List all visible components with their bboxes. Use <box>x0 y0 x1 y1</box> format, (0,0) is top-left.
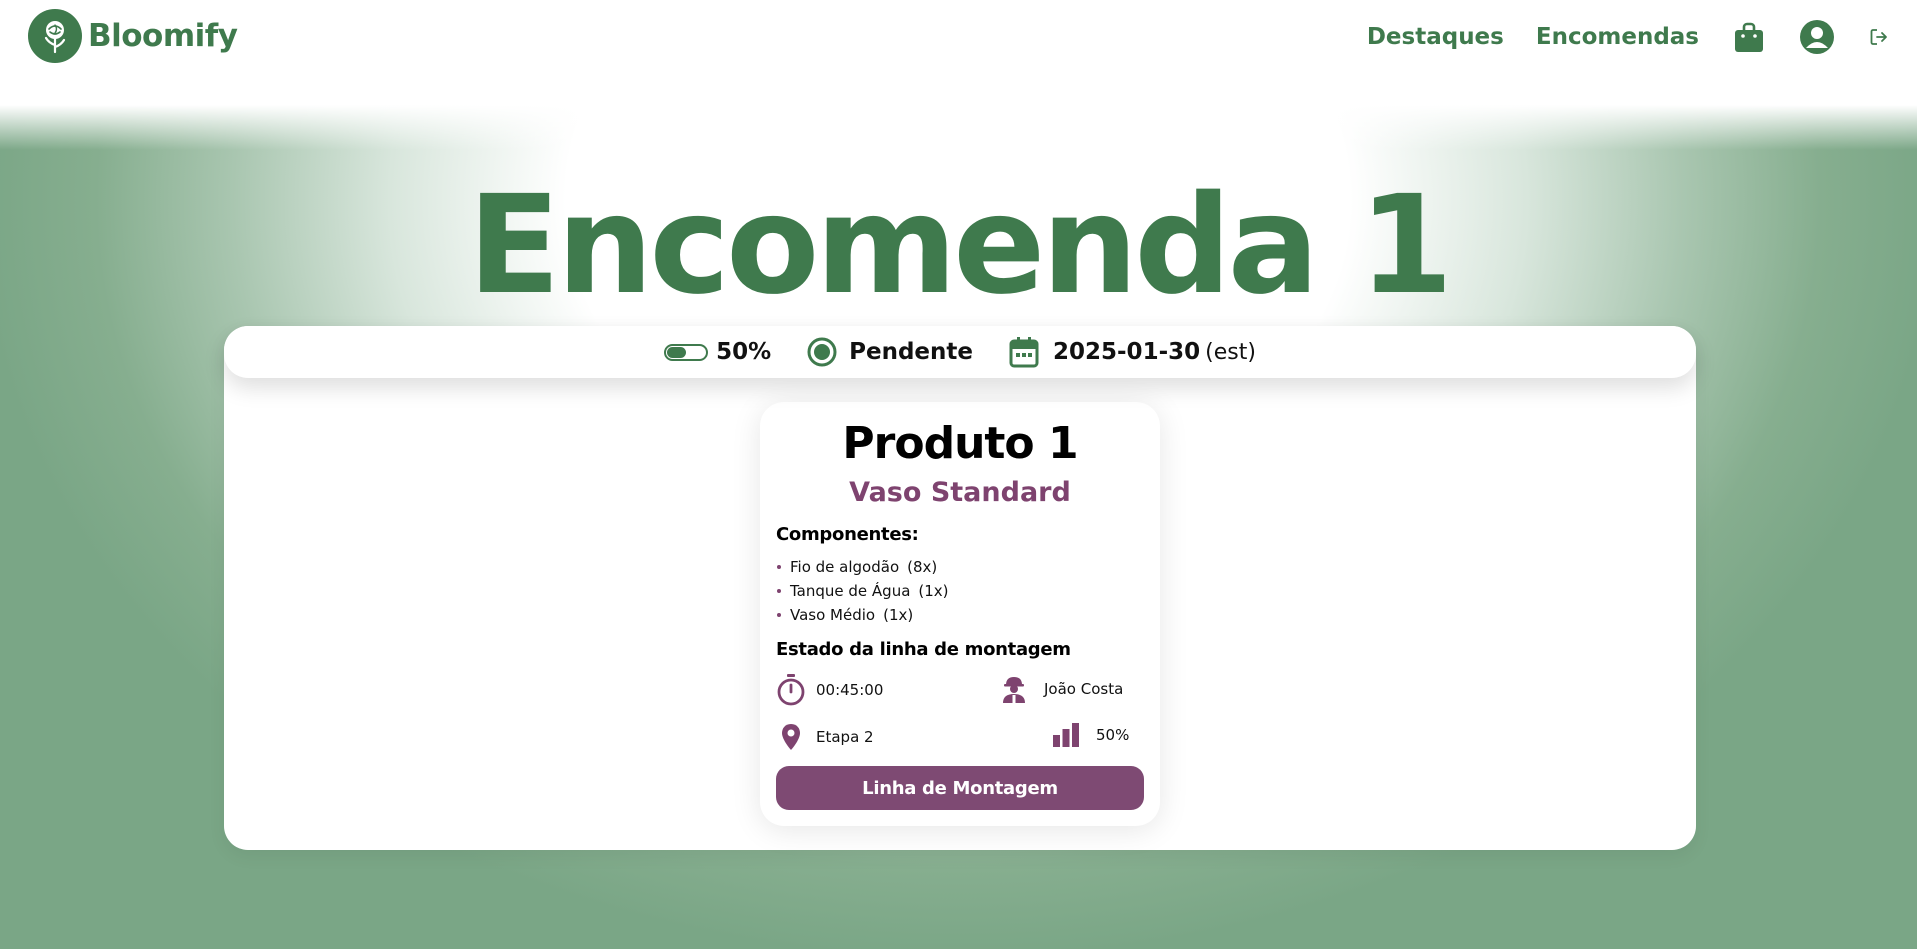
assembly-worker-value: João Costa <box>1044 680 1124 698</box>
location-pin-icon <box>782 724 800 750</box>
worker-icon <box>1003 677 1025 703</box>
list-item: Vaso Médio (1x) <box>776 603 1144 627</box>
main-nav: Destaques Encomendas <box>1335 0 1889 74</box>
component-name: Vaso Médio <box>790 606 876 624</box>
bar-chart-icon <box>1053 723 1079 747</box>
top-navbar: Bloomify Destaques Encomendas <box>0 0 1917 74</box>
assembly-stage-value: Etapa 2 <box>816 728 874 746</box>
assembly-line-button[interactable]: Linha de Montagem <box>776 766 1144 810</box>
order-state: Pendente <box>807 337 973 367</box>
product-card: Produto 1 Vaso Standard Componentes: Fio… <box>760 402 1160 826</box>
nav-link-encomendas[interactable]: Encomendas <box>1536 24 1699 50</box>
radio-status-icon <box>807 337 837 367</box>
assembly-progress: 50% <box>1052 722 1129 748</box>
stopwatch-icon <box>777 674 805 706</box>
component-name: Tanque de Água <box>790 582 911 600</box>
product-subtitle: Vaso Standard <box>849 477 1071 508</box>
assembly-worker: João Costa <box>1000 674 1123 704</box>
order-date: 2025-01-30 (est) <box>1009 336 1256 368</box>
order-panel: 50% Pendente 2025-01-30 (est) Produto 1 … <box>224 326 1696 850</box>
user-account-icon[interactable] <box>1799 19 1835 55</box>
progress-toggle-icon <box>664 343 709 361</box>
component-name: Fio de algodão <box>790 558 900 576</box>
assembly-stage: Etapa 2 <box>776 722 874 752</box>
brand[interactable]: Bloomify <box>28 9 238 63</box>
shopping-bag-icon[interactable] <box>1733 21 1765 53</box>
order-state-label: Pendente <box>849 339 973 365</box>
order-progress-value: 50% <box>716 339 772 365</box>
logout-icon[interactable] <box>1869 27 1889 47</box>
order-status-bar: 50% Pendente 2025-01-30 (est) <box>224 326 1696 378</box>
list-item: Fio de algodão (8x) <box>776 555 1144 579</box>
order-date-suffix: (est) <box>1205 339 1256 365</box>
component-qty: (8x) <box>907 558 938 576</box>
product-title: Produto 1 <box>842 418 1078 469</box>
list-item: Tanque de Água (1x) <box>776 579 1144 603</box>
components-list: Fio de algodão (8x) Tanque de Água (1x) Va… <box>776 555 1144 627</box>
calendar-icon <box>1009 337 1039 368</box>
rose-logo-icon <box>28 9 82 63</box>
component-qty: (1x) <box>883 606 914 624</box>
assembly-time: 00:45:00 <box>776 674 883 706</box>
brand-name: Bloomify <box>88 18 238 54</box>
component-qty: (1x) <box>918 582 949 600</box>
order-progress: 50% <box>664 339 771 365</box>
page-title: Encomenda 1 <box>467 167 1454 325</box>
order-date-value: 2025-01-30 <box>1053 339 1201 365</box>
nav-link-destaques[interactable]: Destaques <box>1367 24 1504 50</box>
assembly-heading: Estado da linha de montagem <box>776 639 1071 660</box>
assembly-time-value: 00:45:00 <box>816 681 884 699</box>
components-heading: Componentes: <box>776 524 919 545</box>
assembly-stats: 00:45:00 João Costa Etapa 2 50% <box>776 668 1144 764</box>
assembly-progress-value: 50% <box>1096 726 1130 744</box>
